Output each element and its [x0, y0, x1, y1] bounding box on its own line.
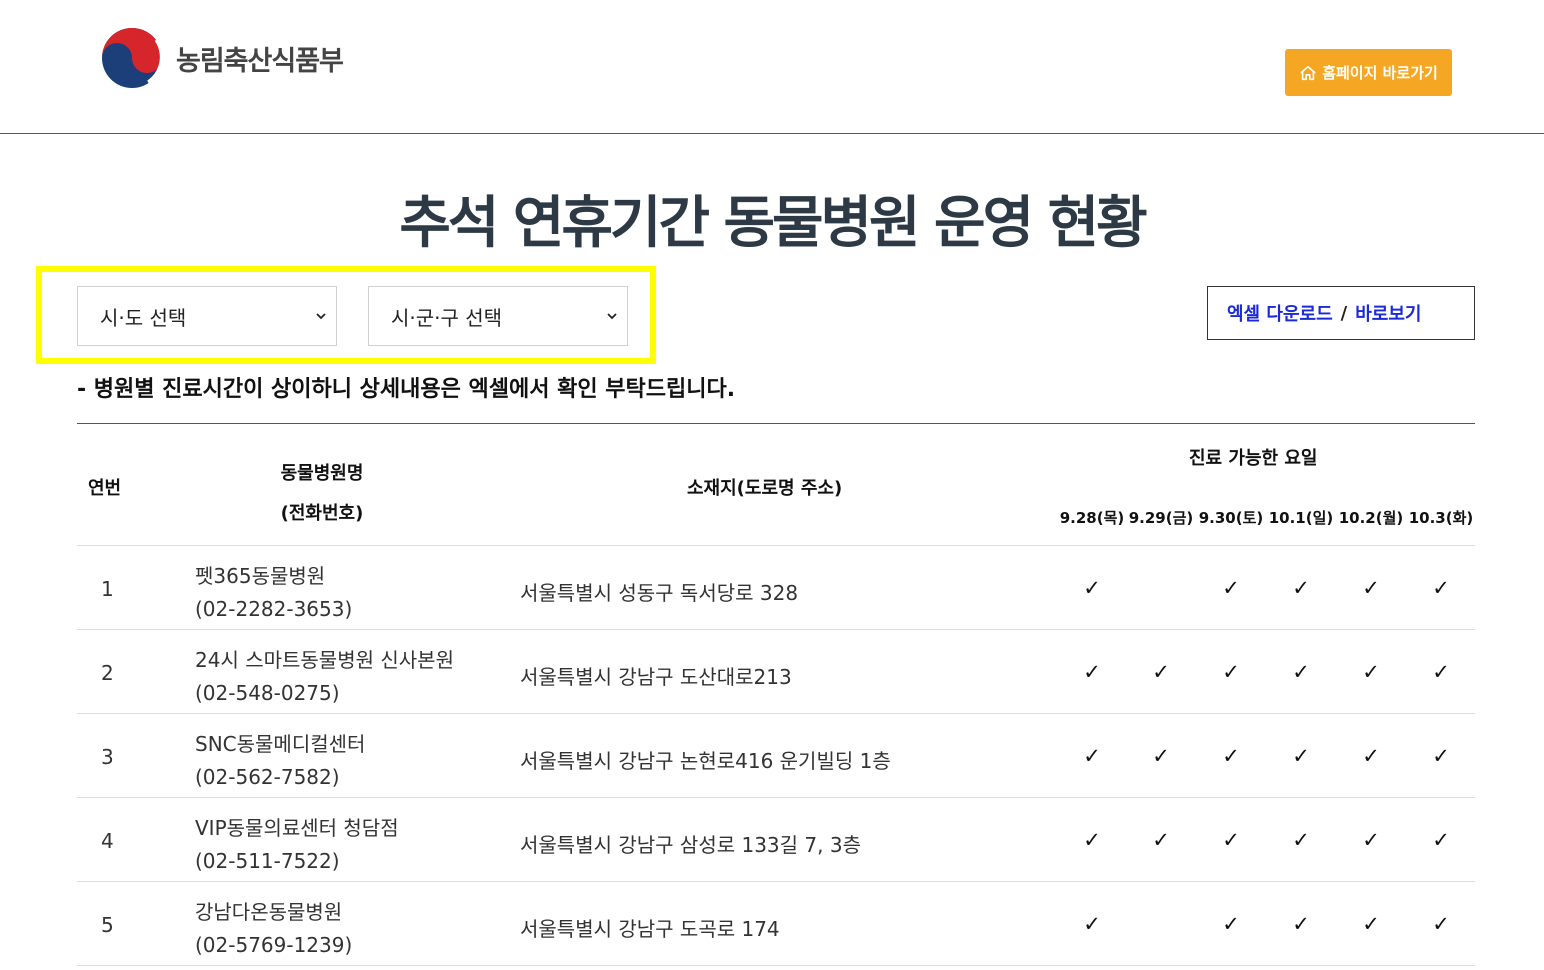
- check-mark-icon: ✓: [1292, 660, 1310, 684]
- header-no: 연번: [88, 478, 122, 499]
- check-mark-icon: ✓: [1362, 828, 1380, 852]
- check-mark-icon: ✓: [1222, 576, 1240, 600]
- hospital-address: 서울특별시 강남구 논현로416 운기빌딩 1층: [520, 749, 891, 773]
- hospital-name: 24시 스마트동물병원 신사본원: [195, 648, 454, 672]
- notice-text: - 병원별 진료시간이 상이하니 상세내용은 엑셀에서 확인 부탁드립니다.: [77, 377, 736, 402]
- link-separator: /: [1340, 302, 1348, 324]
- check-mark-icon: ✓: [1222, 912, 1240, 936]
- check-mark-icon: ✓: [1083, 576, 1101, 600]
- check-mark-icon: ✓: [1152, 660, 1170, 684]
- check-mark-icon: ✓: [1432, 576, 1450, 600]
- site-header: 농림축산식품부 홈페이지 바로가기: [0, 0, 1544, 134]
- table-row: 4 VIP동물의료센터 청담점 (02-511-7522) 서울특별시 강남구 삼성로…: [77, 798, 1475, 882]
- check-mark-icon: ✓: [1222, 660, 1240, 684]
- check-mark-icon: ✓: [1083, 912, 1101, 936]
- sigungu-select-value: 시·군·구 선택: [391, 305, 503, 330]
- home-icon: [1300, 65, 1316, 80]
- check-mark-icon: ✓: [1432, 744, 1450, 768]
- header-name-line1: 동물병원명: [280, 463, 364, 484]
- check-mark-icon: ✓: [1292, 744, 1310, 768]
- hospital-name-cell: SNC동물메디컬센터 (02-562-7582): [195, 728, 365, 794]
- sido-select[interactable]: 시·도 선택: [77, 286, 337, 346]
- check-mark-icon: ✓: [1222, 828, 1240, 852]
- table-body: 1 펫365동물병원 (02-2282-3653) 서울특별시 성동구 독서당로 32…: [77, 546, 1475, 966]
- table-row: 1 펫365동물병원 (02-2282-3653) 서울특별시 성동구 독서당로 32…: [77, 546, 1475, 630]
- header-day: 9.29(금): [1128, 509, 1194, 527]
- header-day: 10.1(일): [1268, 509, 1334, 527]
- header-name: 동물병원명 (전화번호): [267, 454, 377, 534]
- hospital-name-cell: VIP동물의료센터 청담점 (02-511-7522): [195, 812, 399, 878]
- check-mark-icon: ✓: [1432, 660, 1450, 684]
- table-row: 3 SNC동물메디컬센터 (02-562-7582) 서울특별시 강남구 논현로416…: [77, 714, 1475, 798]
- check-mark-icon: ✓: [1152, 828, 1170, 852]
- row-number: 2: [101, 661, 114, 685]
- table-header: 연번 동물병원명 (전화번호) 소재지(도로명 주소) 진료 가능한 요일 9.…: [77, 424, 1475, 546]
- hospital-phone: (02-511-7522): [195, 849, 340, 873]
- hospital-phone: (02-2282-3653): [195, 597, 353, 621]
- check-mark-icon: ✓: [1222, 744, 1240, 768]
- hospital-phone: (02-548-0275): [195, 681, 340, 705]
- chevron-down-icon: [607, 313, 617, 320]
- check-mark-icon: ✓: [1292, 912, 1310, 936]
- check-mark-icon: ✓: [1292, 828, 1310, 852]
- table-row: 2 24시 스마트동물병원 신사본원 (02-548-0275) 서울특별시 강남구 …: [77, 630, 1475, 714]
- excel-download-link[interactable]: 엑셀 다운로드: [1227, 300, 1333, 326]
- hospital-phone: (02-562-7582): [195, 765, 340, 789]
- header-name-line2: (전화번호): [280, 503, 364, 524]
- hospital-name: VIP동물의료센터 청담점: [195, 816, 399, 840]
- page-title: 추석 연휴기간 동물병원 운영 현황: [399, 191, 1147, 256]
- taegeuk-emblem-icon: [102, 28, 163, 88]
- row-number: 1: [101, 577, 114, 601]
- check-mark-icon: ✓: [1432, 828, 1450, 852]
- row-number: 3: [101, 745, 114, 769]
- table-row: 5 강남다온동물병원 (02-5769-1239) 서울특별시 강남구 도곡로 174…: [77, 882, 1475, 966]
- sigungu-select[interactable]: 시·군·구 선택: [368, 286, 628, 346]
- hospital-name: 강남다온동물병원: [195, 900, 343, 924]
- check-mark-icon: ✓: [1362, 576, 1380, 600]
- hospital-name-cell: 24시 스마트동물병원 신사본원 (02-548-0275): [195, 644, 454, 710]
- homepage-button-label: 홈페이지 바로가기: [1322, 64, 1438, 82]
- check-mark-icon: ✓: [1432, 912, 1450, 936]
- hospital-address: 서울특별시 강남구 도곡로 174: [520, 917, 780, 941]
- header-day: 10.2(월): [1338, 509, 1404, 527]
- check-mark-icon: ✓: [1362, 660, 1380, 684]
- header-day: 10.3(화): [1408, 509, 1474, 527]
- check-mark-icon: ✓: [1362, 744, 1380, 768]
- row-number: 5: [101, 913, 114, 937]
- ministry-name: 농림축산식품부: [176, 45, 344, 77]
- hospital-address: 서울특별시 강남구 삼성로 133길 7, 3층: [520, 833, 861, 857]
- hospital-table: 연번 동물병원명 (전화번호) 소재지(도로명 주소) 진료 가능한 요일 9.…: [77, 423, 1475, 966]
- check-mark-icon: ✓: [1292, 576, 1310, 600]
- check-mark-icon: ✓: [1152, 744, 1170, 768]
- hospital-name: SNC동물메디컬센터: [195, 732, 366, 756]
- header-day: 9.28(목): [1059, 509, 1125, 527]
- header-address: 소재지(도로명 주소): [687, 478, 843, 499]
- excel-links-box: 엑셀 다운로드 / 바로보기: [1207, 286, 1475, 340]
- hospital-phone: (02-5769-1239): [195, 933, 353, 957]
- check-mark-icon: ✓: [1362, 912, 1380, 936]
- ministry-logo[interactable]: 농림축산식품부: [100, 26, 344, 90]
- header-day: 9.30(토): [1198, 509, 1264, 527]
- check-mark-icon: ✓: [1083, 660, 1101, 684]
- hospital-name: 펫365동물병원: [195, 564, 326, 588]
- sido-select-value: 시·도 선택: [100, 305, 187, 330]
- hospital-name-cell: 펫365동물병원 (02-2282-3653): [195, 560, 352, 626]
- hospital-address: 서울특별시 성동구 독서당로 328: [520, 581, 799, 605]
- header-days-title: 진료 가능한 요일: [1189, 448, 1318, 469]
- homepage-button[interactable]: 홈페이지 바로가기: [1285, 49, 1452, 96]
- hospital-address: 서울특별시 강남구 도산대로213: [520, 665, 792, 689]
- check-mark-icon: ✓: [1083, 828, 1101, 852]
- hospital-name-cell: 강남다온동물병원 (02-5769-1239): [195, 896, 352, 962]
- chevron-down-icon: [316, 313, 326, 320]
- excel-view-link[interactable]: 바로보기: [1355, 300, 1421, 326]
- check-mark-icon: ✓: [1083, 744, 1101, 768]
- row-number: 4: [101, 829, 114, 853]
